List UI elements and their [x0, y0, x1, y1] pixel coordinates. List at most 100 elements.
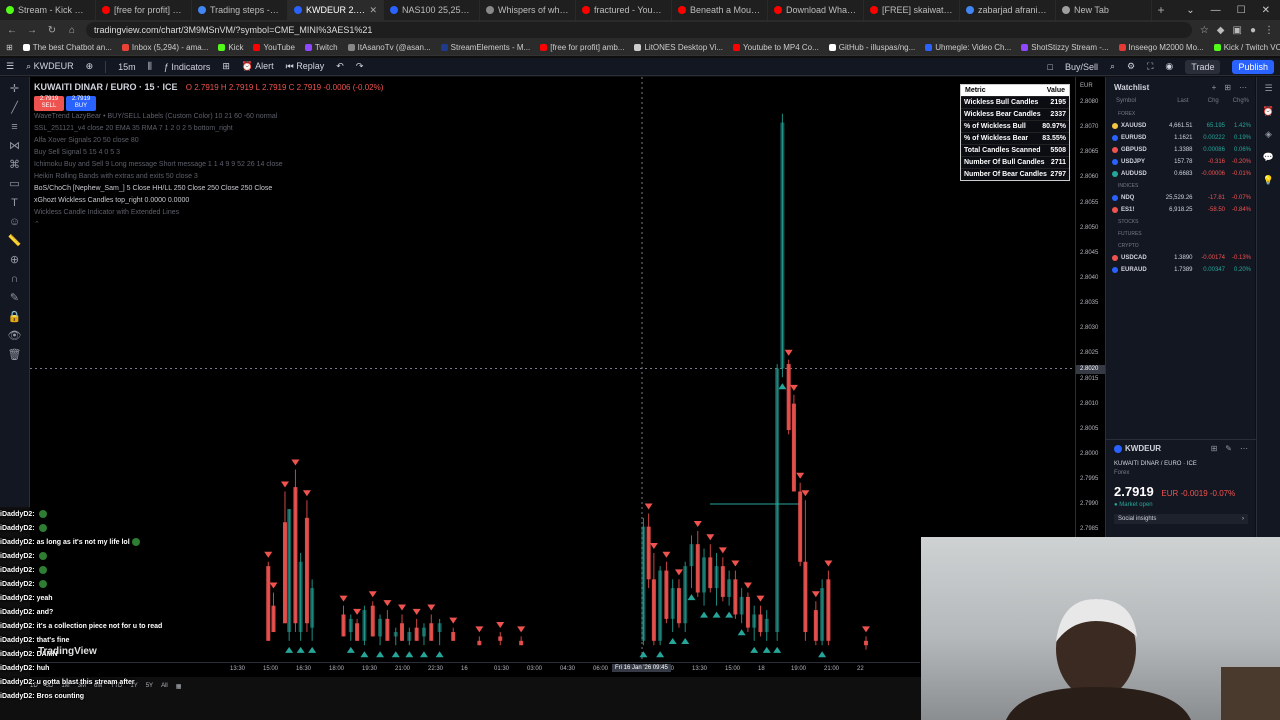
snapshot-icon[interactable]: ◉ — [1165, 61, 1173, 72]
column-chg[interactable]: Chg — [1189, 98, 1219, 104]
bookmark-item[interactable]: [free for profit] amb... — [540, 43, 630, 52]
chart-type-icon[interactable]: ⫼ — [148, 61, 152, 72]
undo-icon[interactable]: ↶ — [336, 61, 344, 72]
browser-tab[interactable]: fractured - YouTube — [576, 0, 672, 20]
magnet-tool-icon[interactable]: ∩ — [8, 273, 22, 285]
bookmark-item[interactable]: LitONES Desktop Vi... — [634, 43, 729, 52]
browser-tab[interactable]: KWDEUR 2.7919 ▾ -0 ✕ — [288, 0, 384, 20]
indicator-legend-item[interactable]: BoS/ChoCh [Nephew_Sam_] 5 Close HH/LL 25… — [34, 183, 383, 195]
bookmark-item[interactable]: ShotStizzy Stream -... — [1021, 43, 1114, 52]
maximize-icon[interactable]: ☐ — [1237, 5, 1246, 16]
fib-tool-icon[interactable]: ≡ — [8, 121, 22, 133]
tab-search-icon[interactable]: ⌄ — [1186, 5, 1194, 16]
trade-button[interactable]: Trade — [1185, 59, 1221, 74]
watchlist-section-header[interactable]: STOCKS — [1106, 216, 1255, 228]
watchlist-row[interactable]: EURAUD 1.7389 0.00347 0.20% — [1106, 264, 1255, 276]
watchlist-section-header[interactable]: CRYPTO — [1106, 240, 1255, 252]
browser-tab[interactable]: [free for profit] ambient + — [96, 0, 192, 20]
symbol-search-button[interactable]: ⌕ KWDEUR — [26, 61, 74, 72]
shape-tool-icon[interactable]: ▭ — [8, 178, 22, 190]
bookmark-item[interactable]: Kick — [218, 43, 249, 52]
browser-tab[interactable]: Download What The Walls — [768, 0, 864, 20]
layouts-icon[interactable]: ⊞ — [222, 61, 230, 72]
lock-tool-icon[interactable]: 🔒 — [8, 311, 22, 323]
bookmark-item[interactable]: GitHub - illuspas/ng... — [828, 43, 921, 52]
pattern-tool-icon[interactable]: ⋈ — [8, 140, 22, 152]
bookmark-item[interactable]: StreamElements - M... — [440, 43, 537, 52]
indicator-legend-item[interactable]: SSL_251121_v4 close 20 EMA 35 RMA 7 1 2 … — [34, 123, 383, 135]
watchlist-row[interactable]: GBPUSD 1.3388 0.00086 0.06% — [1106, 144, 1255, 156]
watchlist-row[interactable]: USDCAD 1.3890 -0.00174 -0.13% — [1106, 252, 1255, 264]
browser-menu-icon[interactable]: ⋮ — [1264, 25, 1274, 36]
bookmark-item[interactable]: The best Chatbot an... — [22, 43, 118, 52]
column-symbol[interactable]: Symbol — [1116, 98, 1158, 104]
browser-tab[interactable]: Stream - Kick Dashbo — [0, 0, 96, 20]
indicator-legend-item[interactable]: Wickless Candle Indicator with Extended … — [34, 207, 383, 219]
tab-close-icon[interactable]: ✕ — [369, 5, 377, 16]
redo-icon[interactable]: ↷ — [356, 61, 364, 72]
watchlist-section-header[interactable]: FUTURES — [1106, 228, 1255, 240]
watchlist-section-header[interactable]: INDICES — [1106, 180, 1255, 192]
back-icon[interactable]: ← — [6, 25, 18, 36]
indicator-legend-item[interactable]: Heikin Rolling Bands with extras and exi… — [34, 171, 383, 183]
indicator-legend-item[interactable]: Ichimoku Buy and Sell 9 Long message Sho… — [34, 159, 383, 171]
add-symbol-icon[interactable]: + — [1212, 83, 1217, 92]
watchlist-row[interactable]: USDJPY 157.78 -0.316 -0.20% — [1106, 156, 1255, 168]
watchlist-section-header[interactable]: FOREX — [1106, 108, 1255, 120]
extensions-puzzle-icon[interactable]: ▣ — [1233, 25, 1242, 36]
search-icon[interactable]: ⌕ — [1110, 61, 1115, 72]
forward-icon[interactable]: → — [26, 25, 38, 36]
layers-sidebar-icon[interactable]: ◈ — [1265, 129, 1272, 140]
bookmark-item[interactable]: Inbox (5,294) - ama... — [121, 43, 214, 52]
bookmark-item[interactable]: Inseego M2000 Mo... — [1118, 43, 1210, 52]
bookmark-item[interactable]: Youtube to MP4 Co... — [733, 43, 825, 52]
browser-tab[interactable]: Beneath a Mourning Sky — [672, 0, 768, 20]
browser-tab[interactable]: New Tab — [1056, 0, 1152, 20]
home-icon[interactable]: ⌂ — [66, 25, 78, 36]
sell-button[interactable]: 2.7919 SELL — [34, 96, 64, 111]
bookmark-item[interactable]: ItAsanoTv (@asan... — [347, 43, 437, 52]
bookmark-item[interactable]: Uhmegle: Video Ch... — [925, 43, 1017, 52]
legend-collapse-icon[interactable]: ⌃ — [34, 219, 383, 231]
minimize-icon[interactable]: — — [1211, 5, 1221, 16]
details-more-icon[interactable]: ⋯ — [1240, 444, 1248, 453]
browser-tab[interactable]: Trading steps - Google Do — [192, 0, 288, 20]
social-insights-button[interactable]: Social insights › — [1114, 514, 1248, 524]
layout-square-icon[interactable]: □ — [1048, 62, 1053, 72]
reload-icon[interactable]: ↻ — [46, 25, 58, 36]
replay-button[interactable]: ⏮ Replay — [286, 61, 325, 72]
interval-button[interactable]: 15m — [118, 62, 136, 72]
publish-button[interactable]: Publish — [1232, 59, 1274, 74]
browser-tab[interactable]: zabarjad afrani - Google Se — [960, 0, 1056, 20]
indicator-legend-item[interactable]: xGhozt Wickless Candles top_right 0.0000… — [34, 195, 383, 207]
alert-button[interactable]: ⏰ Alert — [242, 61, 274, 72]
watchlist-title[interactable]: Watchlist — [1114, 83, 1149, 92]
column-last[interactable]: Last — [1158, 98, 1188, 104]
url-field[interactable]: tradingview.com/chart/3M9MSnVM/?symbol=C… — [86, 22, 1192, 38]
text-tool-icon[interactable]: T — [8, 197, 22, 209]
profile-icon[interactable]: ● — [1250, 25, 1256, 36]
zoom-tool-icon[interactable]: ⊕ — [8, 254, 22, 266]
buy-button[interactable]: 2.7919 BUY — [66, 96, 96, 111]
ruler-tool-icon[interactable]: 📏 — [8, 235, 22, 247]
menu-icon[interactable]: ☰ — [6, 61, 14, 72]
ideas-sidebar-icon[interactable]: 💡 — [1263, 175, 1274, 186]
watchlist-row[interactable]: NDQ 25,529.26 -17.81 -0.07% — [1106, 192, 1255, 204]
details-edit-icon[interactable]: ✎ — [1225, 444, 1232, 453]
watchlist-row[interactable]: AUDUSD 0.6683 -0.00006 -0.01% — [1106, 168, 1255, 180]
visibility-tool-icon[interactable]: 👁 — [8, 330, 22, 342]
legend-symbol-title[interactable]: KUWAITI DINAR / EURO · 15 · ICE — [34, 82, 178, 92]
apps-icon[interactable]: ⊞ — [6, 43, 19, 52]
trash-icon[interactable]: 🗑 — [8, 349, 22, 361]
details-symbol[interactable]: KWDEUR — [1125, 444, 1161, 453]
bookmark-item[interactable]: Twitch — [304, 43, 344, 52]
fullscreen-icon[interactable]: ⛶ — [1147, 61, 1153, 72]
indicators-button[interactable]: ƒ Indicators — [164, 62, 211, 72]
new-tab-button[interactable]: + — [1152, 3, 1170, 17]
buy-sell-button[interactable]: Buy/Sell — [1065, 62, 1098, 72]
watchlist-sidebar-icon[interactable]: ☰ — [1264, 83, 1272, 94]
icon-tool-icon[interactable]: ☺ — [8, 216, 22, 228]
watchlist-row[interactable]: XAUUSD 4,661.51 65.195 1.42% — [1106, 120, 1255, 132]
watchlist-more-icon[interactable]: ⋯ — [1239, 83, 1247, 92]
indicator-legend-item[interactable]: Alfa Xover Signals 20 50 close 80 — [34, 135, 383, 147]
